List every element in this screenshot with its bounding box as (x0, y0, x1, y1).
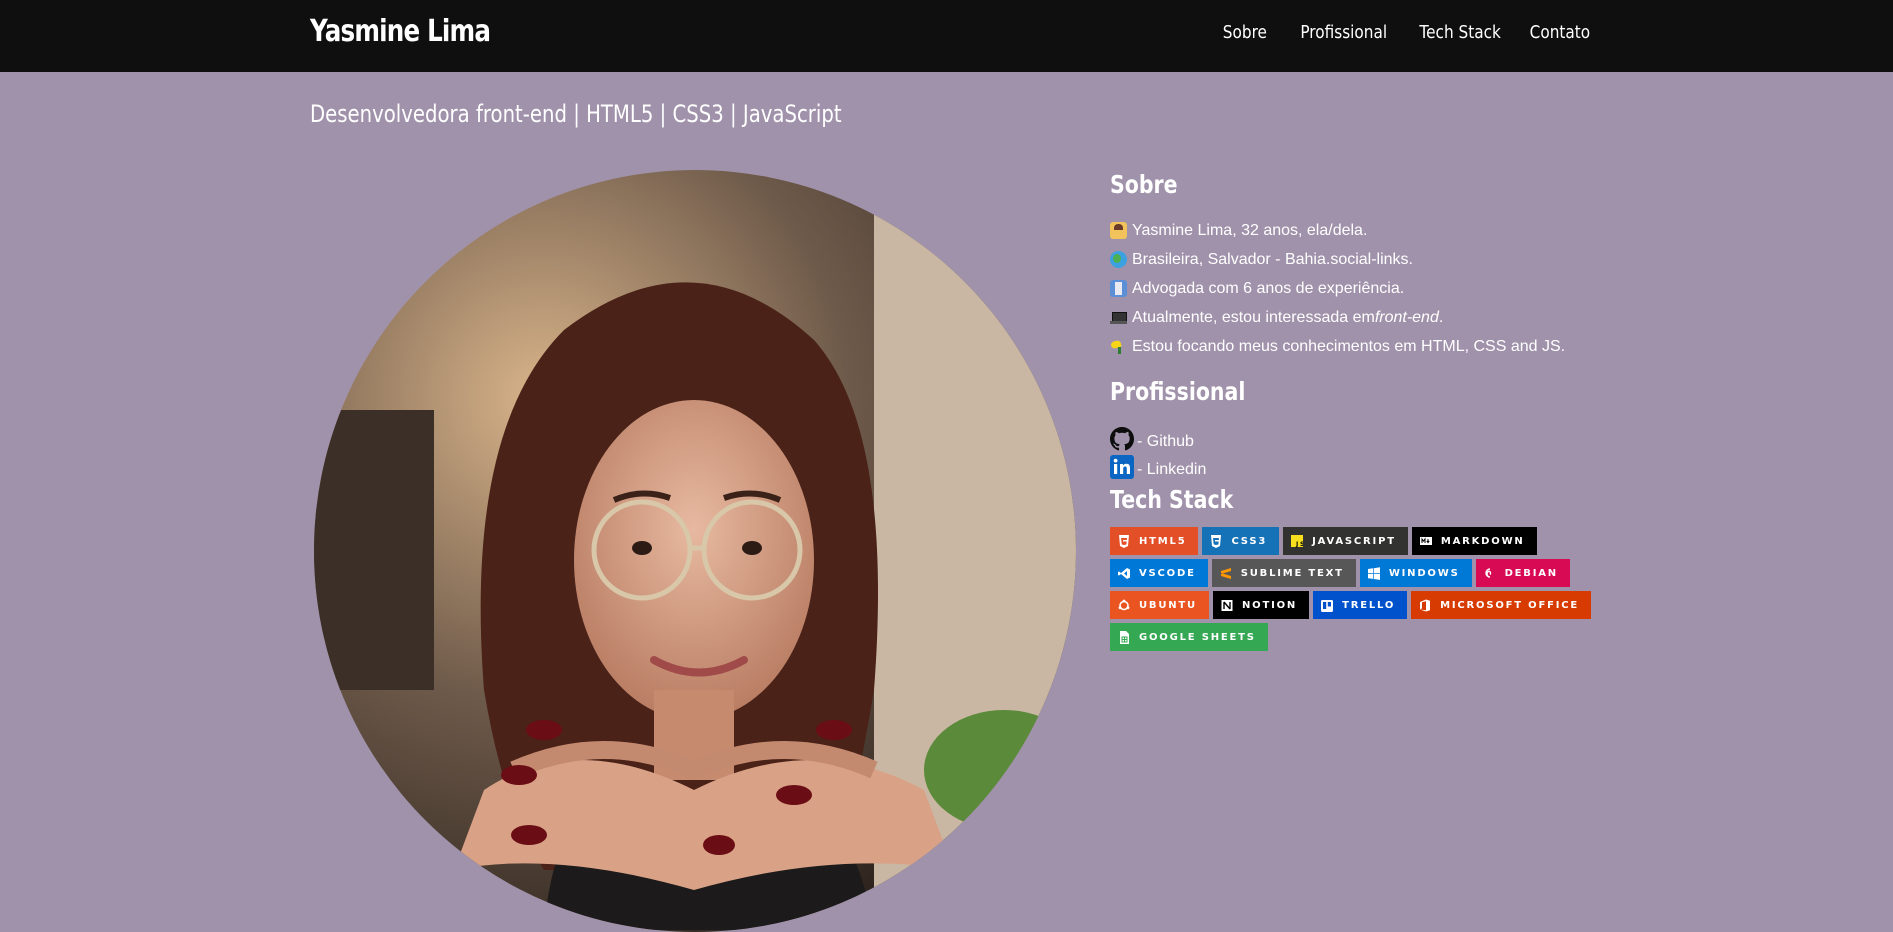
list-item: Yasmine Lima, 32 anos, ela/dela. (1110, 216, 1630, 245)
brand-name[interactable]: Yasmine Lima (310, 14, 491, 49)
linkedin-icon (1110, 455, 1134, 479)
nav-sobre[interactable]: Sobre (1223, 22, 1267, 43)
css3-icon (1210, 534, 1222, 548)
trello-icon (1321, 599, 1334, 612)
badge-microsoft-office[interactable]: MICROSOFT OFFICE (1411, 591, 1592, 619)
google-sheets-icon (1118, 630, 1130, 644)
ubuntu-icon (1118, 599, 1130, 612)
badge-row: HTML5 CSS3 JS JAVASCRIPT MARKDOWN (1110, 527, 1610, 555)
notion-icon (1221, 599, 1233, 612)
info-panel: Sobre Yasmine Lima, 32 anos, ela/dela. B… (1110, 168, 1630, 655)
badge-css3[interactable]: CSS3 (1202, 527, 1280, 555)
github-icon (1110, 427, 1134, 451)
badge-trello[interactable]: TRELLO (1313, 591, 1408, 619)
svg-text:JS: JS (1295, 541, 1303, 548)
badge-windows[interactable]: WINDOWS (1359, 559, 1472, 587)
tech-badges: HTML5 CSS3 JS JAVASCRIPT MARKDOWN VSCODE (1110, 527, 1610, 651)
linkedin-link[interactable]: - Linkedin (1110, 451, 1630, 479)
list-item: Estou focando meus conhecimentos em HTML… (1110, 332, 1630, 361)
windows-icon (1367, 566, 1380, 580)
javascript-icon: JS (1291, 534, 1304, 548)
laptop-icon (1110, 309, 1127, 326)
nav-tech-stack[interactable]: Tech Stack (1419, 22, 1500, 43)
badge-google-sheets[interactable]: GOOGLE SHEETS (1110, 623, 1268, 651)
html5-icon (1118, 534, 1130, 548)
badge-vscode[interactable]: VSCODE (1110, 559, 1208, 587)
markdown-icon (1419, 535, 1432, 548)
linkedin-label: - Linkedin (1137, 461, 1207, 478)
section-title-sobre: Sobre (1110, 170, 1178, 199)
section-title-tech-stack: Tech Stack (1110, 485, 1234, 514)
badge-row: GOOGLE SHEETS (1110, 623, 1610, 651)
badge-debian[interactable]: DEBIAN (1475, 559, 1570, 587)
list-item: Atualmente, estou interessada em front-e… (1110, 303, 1630, 332)
microsoft-office-icon (1419, 599, 1431, 612)
list-item: Brasileira, Salvador - Bahia.social-link… (1110, 245, 1630, 274)
globe-icon (1110, 251, 1127, 268)
judge-icon (1110, 280, 1127, 297)
vscode-icon (1118, 567, 1130, 580)
woman-technologist-icon (1110, 222, 1127, 239)
bird-icon (1110, 338, 1127, 355)
tagline: Desenvolvedora front-end | HTML5 | CSS3 … (310, 100, 842, 128)
badge-row: UBUNTU NOTION TRELLO MICROSOFT OFFICE (1110, 591, 1610, 619)
badge-markdown[interactable]: MARKDOWN (1411, 527, 1537, 555)
badge-sublime-text[interactable]: SUBLIME TEXT (1211, 559, 1356, 587)
profile-photo (314, 170, 1076, 932)
badge-notion[interactable]: NOTION (1212, 591, 1310, 619)
nav-contato[interactable]: Contato (1530, 22, 1590, 43)
debian-icon (1484, 567, 1496, 580)
sublime-text-icon (1220, 567, 1232, 580)
badge-javascript[interactable]: JS JAVASCRIPT (1283, 527, 1408, 555)
badge-ubuntu[interactable]: UBUNTU (1110, 591, 1209, 619)
section-title-profissional: Profissional (1110, 377, 1246, 406)
social-links: - Github - Linkedin (1110, 423, 1630, 479)
nav-profissional[interactable]: Profissional (1300, 22, 1387, 43)
badge-row: VSCODE SUBLIME TEXT WINDOWS DEBIAN (1110, 559, 1610, 587)
github-link[interactable]: - Github (1110, 423, 1630, 451)
badge-html5[interactable]: HTML5 (1110, 527, 1199, 555)
github-label: - Github (1137, 433, 1194, 450)
top-navbar: Yasmine Lima Sobre Profissional Tech Sta… (0, 0, 1893, 72)
about-list: Yasmine Lima, 32 anos, ela/dela. Brasile… (1110, 216, 1630, 361)
list-item: Advogada com 6 anos de experiência. (1110, 274, 1630, 303)
main-nav: Sobre Profissional Tech Stack Contato (1197, 22, 1590, 43)
